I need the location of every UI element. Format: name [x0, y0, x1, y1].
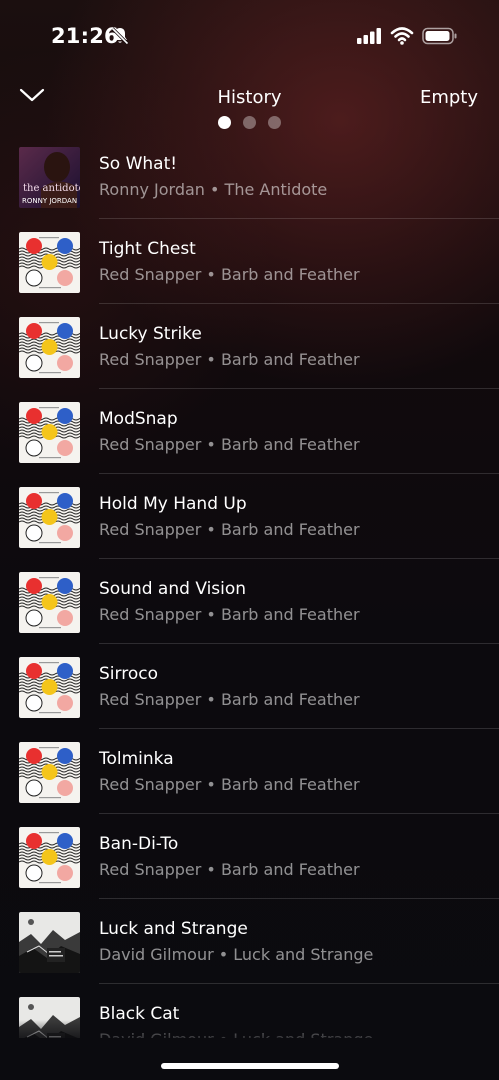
subtitle-separator: •: [201, 775, 221, 794]
track-row[interactable]: Tight Chest Red Snapper • Barb and Feathe…: [0, 219, 499, 304]
bell-slash-icon: [110, 26, 130, 46]
track-title: Ban-Di-To: [99, 834, 179, 854]
track-album: Barb and Feather: [220, 860, 360, 879]
track-subtitle: David Gilmour • Luck and Strange: [99, 945, 373, 964]
track-subtitle: Red Snapper • Barb and Feather: [99, 605, 360, 624]
track-artist: Ronny Jordan: [99, 180, 205, 199]
track-row[interactable]: ModSnap Red Snapper • Barb and Feather: [0, 389, 499, 474]
album-art: [19, 827, 80, 888]
track-album: Barb and Feather: [220, 605, 360, 624]
track-row[interactable]: Hold My Hand Up Red Snapper • Barb and Fe…: [0, 474, 499, 559]
track-title: Hold My Hand Up: [99, 494, 247, 514]
album-art: [19, 402, 80, 463]
battery-icon: [422, 27, 458, 45]
album-art: [19, 572, 80, 633]
wifi-icon: [390, 26, 414, 46]
track-title: Tight Chest: [99, 239, 196, 259]
subtitle-separator: •: [201, 860, 221, 879]
track-album: Barb and Feather: [220, 265, 360, 284]
page-indicator[interactable]: [0, 116, 499, 129]
subtitle-separator: •: [204, 180, 225, 199]
status-bar: 21:26: [0, 0, 499, 70]
track-row[interactable]: the antidote RONNY JORDAN So What! Ronny …: [0, 134, 499, 219]
track-title: Luck and Strange: [99, 919, 248, 939]
track-artist: Red Snapper: [99, 520, 202, 539]
album-art: [19, 657, 80, 718]
track-subtitle: Red Snapper • Barb and Feather: [99, 860, 360, 879]
track-artist: Red Snapper: [99, 605, 202, 624]
page-dot[interactable]: [268, 116, 281, 129]
album-art: [19, 317, 80, 378]
svg-text:RONNY JORDAN: RONNY JORDAN: [22, 197, 77, 205]
track-row[interactable]: Lucky Strike Red Snapper • Barb and Feath…: [0, 304, 499, 389]
track-artist: Red Snapper: [99, 690, 202, 709]
home-indicator[interactable]: [161, 1063, 339, 1069]
album-art: the antidote RONNY JORDAN: [19, 147, 80, 208]
track-row[interactable]: Ban-Di-To Red Snapper • Barb and Feather: [0, 814, 499, 899]
track-album: Luck and Strange: [233, 945, 374, 964]
header: History Empty: [0, 70, 499, 135]
track-title: Sirroco: [99, 664, 158, 684]
album-art: [19, 742, 80, 803]
track-row[interactable]: Sirroco Red Snapper • Barb and Feather: [0, 644, 499, 729]
track-subtitle: Red Snapper • Barb and Feather: [99, 350, 360, 369]
track-title: ModSnap: [99, 409, 178, 429]
track-title: Tolminka: [99, 749, 174, 769]
track-artist: Red Snapper: [99, 435, 202, 454]
album-art: [19, 487, 80, 548]
page-dot[interactable]: [218, 116, 231, 129]
subtitle-separator: •: [201, 350, 221, 369]
subtitle-separator: •: [201, 520, 221, 539]
subtitle-separator: •: [201, 265, 221, 284]
track-title: So What!: [99, 154, 178, 174]
track-subtitle: Red Snapper • Barb and Feather: [99, 435, 360, 454]
signal-icon: [357, 27, 383, 45]
empty-button[interactable]: Empty: [420, 87, 478, 108]
track-album: Barb and Feather: [220, 350, 360, 369]
album-art: [19, 912, 80, 973]
svg-text:the antidote: the antidote: [23, 183, 80, 194]
track-album: Barb and Feather: [220, 690, 360, 709]
status-time: 21:26: [51, 24, 119, 48]
track-row[interactable]: Tolminka Red Snapper • Barb and Feather: [0, 729, 499, 814]
track-album: Barb and Feather: [220, 520, 360, 539]
track-artist: Red Snapper: [99, 860, 202, 879]
subtitle-separator: •: [201, 605, 221, 624]
track-artist: Red Snapper: [99, 265, 202, 284]
subtitle-separator: •: [201, 435, 221, 454]
track-subtitle: Red Snapper • Barb and Feather: [99, 775, 360, 794]
track-subtitle: Red Snapper • Barb and Feather: [99, 690, 360, 709]
page-dot[interactable]: [243, 116, 256, 129]
bottom-fade: [0, 1020, 499, 1080]
track-artist: Red Snapper: [99, 350, 202, 369]
history-list[interactable]: the antidote RONNY JORDAN So What! Ronny …: [0, 134, 499, 1038]
track-artist: David Gilmour: [99, 945, 214, 964]
track-album: Barb and Feather: [220, 435, 360, 454]
track-subtitle: Red Snapper • Barb and Feather: [99, 265, 360, 284]
track-row[interactable]: Sound and Vision Red Snapper • Barb and F…: [0, 559, 499, 644]
track-subtitle: Ronny Jordan • The Antidote: [99, 180, 327, 199]
track-title: Lucky Strike: [99, 324, 202, 344]
track-album: The Antidote: [224, 180, 328, 199]
track-title: Sound and Vision: [99, 579, 247, 599]
album-art: [19, 232, 80, 293]
track-artist: Red Snapper: [99, 775, 202, 794]
subtitle-separator: •: [201, 690, 221, 709]
subtitle-separator: •: [213, 945, 234, 964]
track-album: Barb and Feather: [220, 775, 360, 794]
track-subtitle: Red Snapper • Barb and Feather: [99, 520, 360, 539]
track-row[interactable]: Luck and Strange David Gilmour • Luck and…: [0, 899, 499, 984]
